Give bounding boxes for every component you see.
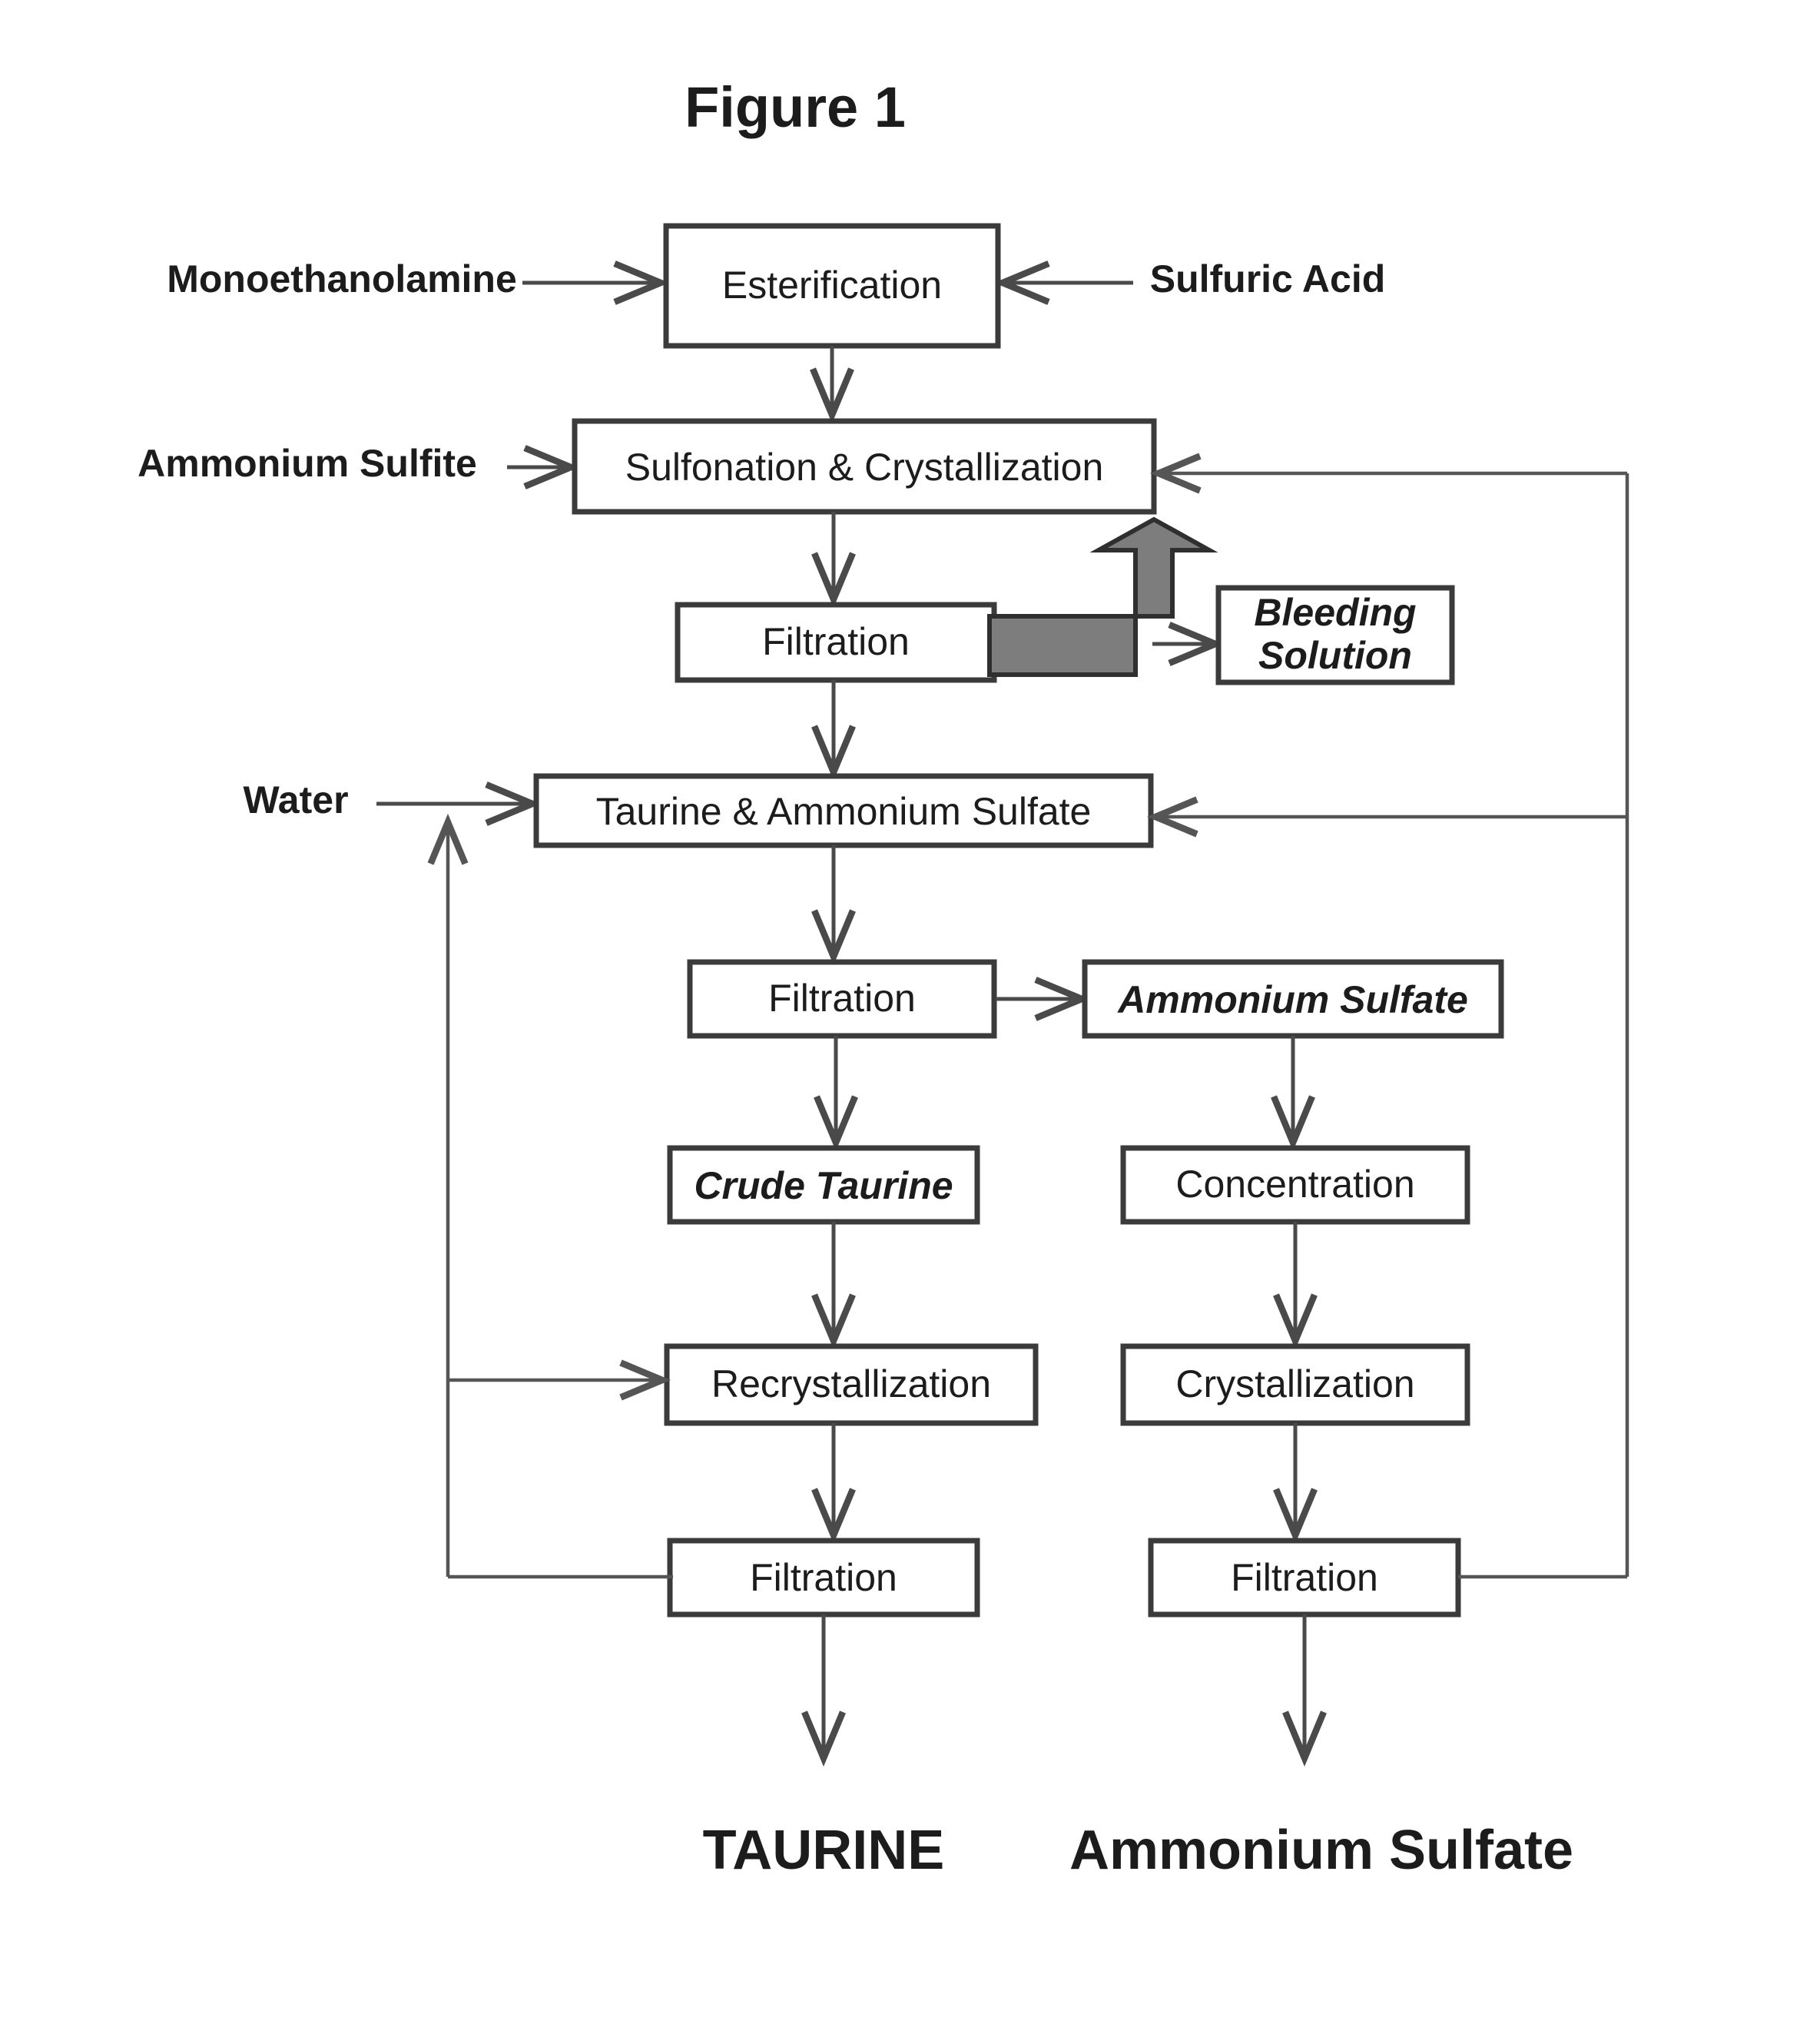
node-label-bleeding-solution-line2: Solution (1258, 634, 1412, 677)
node-label-crude-taurine: Crude Taurine (694, 1164, 953, 1207)
gray-bleed-elbow-arrow (987, 516, 1218, 677)
node-label-filtration-3: Filtration (750, 1556, 897, 1599)
node-label-sulfonation-crystallization: Sulfonation & Crystallization (625, 446, 1104, 489)
node-label-bleeding-solution-line1: Bleeding (1254, 591, 1416, 634)
input-label-water: Water (243, 778, 348, 821)
figure-title: Figure 1 (685, 75, 906, 139)
node-label-concentration: Concentration (1175, 1163, 1414, 1206)
node-label-recrystallization: Recrystallization (711, 1362, 991, 1405)
process-flow-diagram: Figure 1 Monoethanolamine Sulfuric Acid … (138, 75, 1629, 1881)
product-label-ammonium-sulfate: Ammonium Sulfate (1069, 1820, 1573, 1881)
input-label-sulfuric-acid: Sulfuric Acid (1150, 257, 1386, 300)
node-label-esterification: Esterification (722, 264, 942, 307)
node-label-filtration-1: Filtration (762, 620, 910, 663)
input-label-monoethanolamine: Monoethanolamine (167, 257, 517, 300)
figure-root: Figure 1 Monoethanolamine Sulfuric Acid … (0, 0, 1820, 2024)
node-label-filtration-4: Filtration (1231, 1556, 1378, 1599)
product-label-taurine: TAURINE (703, 1820, 945, 1881)
node-label-crystallization: Crystallization (1175, 1362, 1414, 1405)
node-label-filtration-2: Filtration (768, 977, 916, 1020)
input-label-ammonium-sulfite: Ammonium Sulfite (138, 442, 477, 485)
node-label-ammonium-sulfate-stream: Ammonium Sulfate (1116, 978, 1468, 1021)
node-label-taurine-ammonium-sulfate: Taurine & Ammonium Sulfate (596, 790, 1092, 833)
